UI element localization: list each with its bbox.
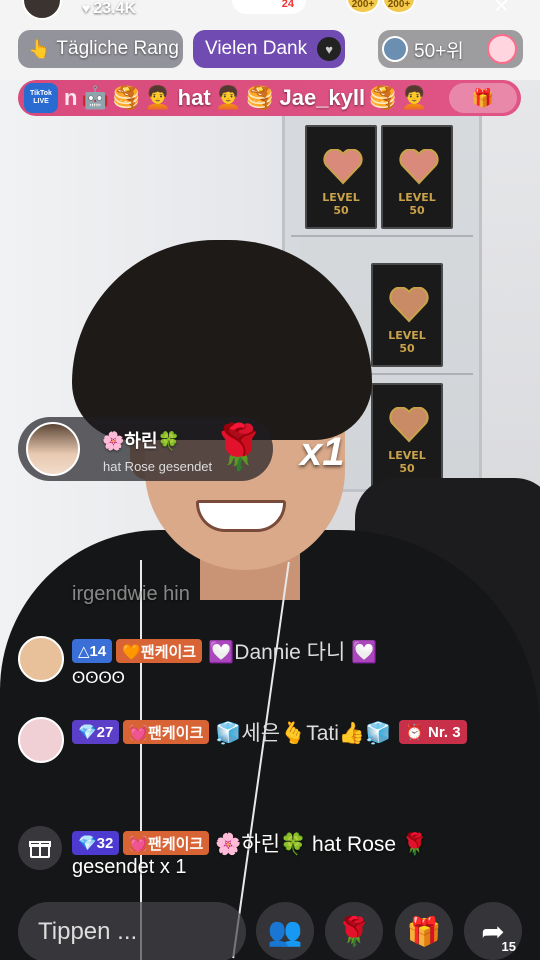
tiktok-live-icon: TikTok LIVE <box>24 83 58 113</box>
gift-announcement-banner[interactable]: TikTok LIVE n 🤖 🥞 🧑‍🦱 hat 🧑‍🦱 🥞 Jae_kyll… <box>18 80 521 116</box>
streamer-smile <box>196 500 286 532</box>
banner-name: Jae_kyll <box>279 85 366 110</box>
rank-badge: ⏰ Nr. 3 <box>399 720 467 744</box>
top-status-strip: ♥ 23.4K 24 200+ 200+ × <box>0 0 540 22</box>
fan-club-badge: 💓팬케이크 <box>123 720 210 744</box>
fan-club-badge: 🧡팬케이크 <box>116 639 203 663</box>
comment-text-cont: gesendet x 1 <box>72 856 187 878</box>
coin-label: 200+ <box>351 0 375 10</box>
gift-button[interactable]: 🎁 <box>395 902 453 960</box>
comment-item[interactable]: △14 🧡팬케이크 💟Dannie 다니 💟 ʘʘʘʘ <box>18 636 518 687</box>
level-plaque: LEVEL 50 <box>305 125 377 229</box>
thumbs-up-icon: 👆 <box>28 38 51 59</box>
rose-gift-button[interactable]: 🌹 <box>325 902 383 960</box>
level-plaque: LEVEL 50 <box>371 383 443 487</box>
like-counter: ♥ 23.4K <box>82 0 136 17</box>
level-badge: 💎32 <box>72 831 120 855</box>
top-viewer-badge[interactable]: 200+ <box>346 0 380 14</box>
level-plaque: LEVEL 50 <box>371 263 443 367</box>
pancake-icon: 🥞 <box>246 85 274 110</box>
gift-icon[interactable]: 🎁 <box>449 83 517 113</box>
comment-text: ʘʘʘʘ <box>72 668 125 687</box>
comment-username[interactable]: 💟Dannie 다니 💟 <box>208 636 377 666</box>
people-icon: 👥 <box>267 915 303 947</box>
level-plaque: LEVEL 50 <box>381 125 453 229</box>
rose-icon: 🌹 <box>336 915 372 947</box>
fan-club-badge: 💓팬케이크 <box>123 831 210 855</box>
banner-verb: hat <box>177 85 211 110</box>
shelf-divider <box>291 235 473 237</box>
gift-icon: 🎁 <box>406 915 442 947</box>
heart-icon: ♥ <box>82 0 91 16</box>
sender-avatar[interactable] <box>26 422 80 476</box>
viewer-avatar <box>382 36 408 62</box>
tiktok-live-label: TikTok LIVE <box>30 90 52 105</box>
multi-guest-button[interactable]: 👥 <box>256 902 314 960</box>
black-heart-icon: ♥ <box>317 37 342 61</box>
input-placeholder: Tippen ... <box>38 918 138 945</box>
rose-icon: 🌹 <box>211 423 266 472</box>
viewer-rank-button[interactable]: 50+위 <box>378 30 523 68</box>
pancake-icon: 🥞 <box>369 85 397 110</box>
follow-button[interactable]: 24 <box>232 0 306 14</box>
thanks-button[interactable]: Vielen Dank ♥ <box>193 30 345 68</box>
comment-item[interactable]: 💎32 💓팬케이크 🌸하린🍀 hat Rose 🌹 gesendet x 1 <box>18 828 518 888</box>
gift-description: hat Rose gesendet <box>103 459 213 474</box>
comment-text: 🌸하린🍀 hat Rose 🌹 <box>215 833 429 856</box>
share-button[interactable]: ➦ 15 <box>464 902 522 960</box>
avatar[interactable] <box>18 717 64 763</box>
comment-input[interactable]: Tippen ... <box>18 902 246 960</box>
share-count: 15 <box>501 939 516 954</box>
level-badge: △14 <box>72 639 113 663</box>
viewer-rank-label: 50+위 <box>414 40 464 62</box>
gift-combo-count: x1 <box>300 430 345 474</box>
coin-label: 200+ <box>387 0 411 10</box>
ranking-label: Tägliche Rang <box>56 38 179 59</box>
person-icon: 🧑‍🦱 <box>400 85 428 110</box>
person-icon: 🧑‍🦱 <box>144 85 172 110</box>
like-count: 23.4K <box>93 0 137 17</box>
robot-icon: 🤖 <box>81 85 109 110</box>
comment-username[interactable]: 🧊세은🫰Tati👍🧊 <box>215 717 391 747</box>
banner-lead: n <box>64 85 78 110</box>
close-icon[interactable]: × <box>494 0 509 18</box>
sender-name: 🌸하린🍀 <box>102 431 180 451</box>
comment-item[interactable]: 💎27 💓팬케이크 🧊세은🫰Tati👍🧊 ⏰ Nr. 3 <box>18 717 518 767</box>
daily-ranking-button[interactable]: 👆 Tägliche Rang <box>18 30 183 68</box>
level-badge: 💎27 <box>72 720 120 744</box>
gift-box-icon[interactable] <box>487 34 517 64</box>
follow-count: 24 <box>281 0 294 10</box>
host-avatar[interactable] <box>22 0 62 20</box>
pancake-icon: 🥞 <box>112 85 141 110</box>
top-viewer-badge[interactable]: 200+ <box>382 0 416 14</box>
avatar[interactable] <box>18 636 64 682</box>
thanks-label: Vielen Dank <box>205 38 308 59</box>
faded-comment: irgendwie hin <box>72 583 190 605</box>
person-icon: 🧑‍🦱 <box>214 85 243 110</box>
